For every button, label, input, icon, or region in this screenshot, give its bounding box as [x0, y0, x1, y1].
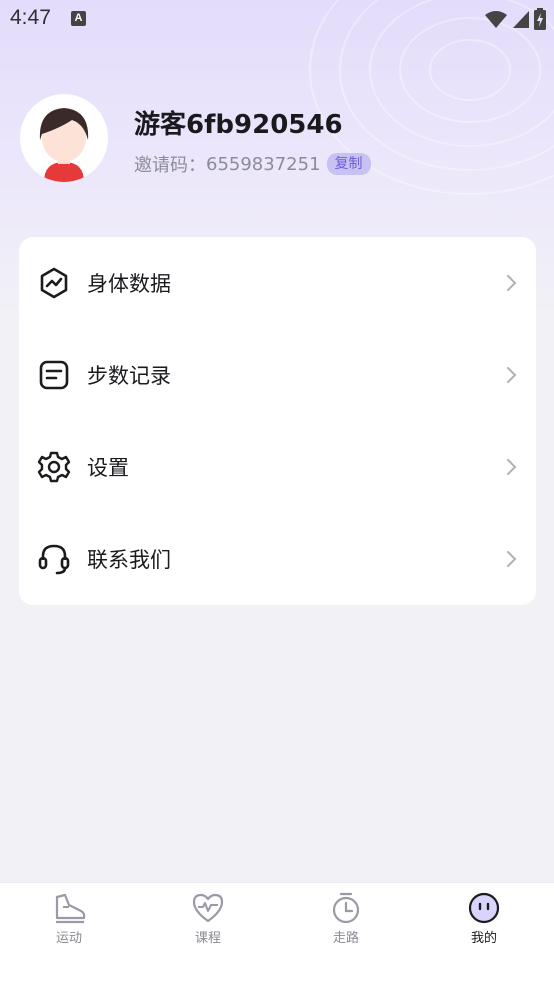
- settings-menu-card: 身体数据 步数记录 设置 联系我们: [19, 237, 536, 605]
- menu-item-settings[interactable]: 设置: [19, 421, 536, 513]
- tab-label: 课程: [194, 931, 221, 946]
- a-notification-icon: A: [71, 11, 86, 26]
- chevron-right-icon: [507, 551, 517, 567]
- tab-walking[interactable]: 走路: [306, 891, 386, 951]
- invite-code-row: 邀请码： 6559837251 复制: [134, 151, 371, 177]
- stopwatch-icon: [332, 892, 360, 924]
- battery-icon: [534, 8, 546, 30]
- invite-code: 6559837251: [206, 153, 321, 175]
- tab-mine[interactable]: 我的: [444, 891, 524, 951]
- body-data-icon: [40, 267, 68, 299]
- invite-label: 邀请码：: [134, 155, 206, 176]
- menu-item-step-record[interactable]: 步数记录: [19, 329, 536, 421]
- profile-face-icon: [468, 892, 500, 924]
- step-record-icon: [39, 360, 69, 390]
- chevron-right-icon: [507, 367, 517, 383]
- status-bar: 4:47 A: [0, 0, 554, 38]
- avatar-illustration: [39, 108, 89, 182]
- menu-item-contact-us[interactable]: 联系我们: [19, 513, 536, 605]
- bottom-tab-bar: 运动 课程 走路 我的: [0, 882, 554, 985]
- copy-button[interactable]: 复制: [326, 153, 371, 175]
- sneaker-icon: [55, 893, 86, 924]
- tab-label: 运动: [55, 931, 82, 946]
- chevron-right-icon: [507, 275, 517, 291]
- menu-item-label: 联系我们: [87, 548, 171, 572]
- menu-item-label: 步数记录: [87, 364, 171, 388]
- tab-courses[interactable]: 课程: [168, 891, 248, 951]
- settings-gear-icon: [37, 451, 71, 483]
- chevron-right-icon: [507, 459, 517, 475]
- status-time: 4:47: [10, 6, 51, 29]
- signal-icon: [513, 11, 529, 28]
- menu-item-label: 设置: [87, 456, 129, 480]
- wifi-icon: [485, 11, 507, 28]
- menu-item-body-data[interactable]: 身体数据: [19, 237, 536, 329]
- heart-pulse-icon: [192, 893, 224, 923]
- tab-label: 我的: [470, 931, 497, 946]
- username: 游客6fb920546: [134, 110, 343, 140]
- menu-item-label: 身体数据: [87, 272, 171, 296]
- avatar[interactable]: [20, 94, 108, 182]
- headset-icon: [38, 544, 70, 575]
- tab-label: 走路: [332, 931, 359, 946]
- tab-exercise[interactable]: 运动: [29, 891, 109, 951]
